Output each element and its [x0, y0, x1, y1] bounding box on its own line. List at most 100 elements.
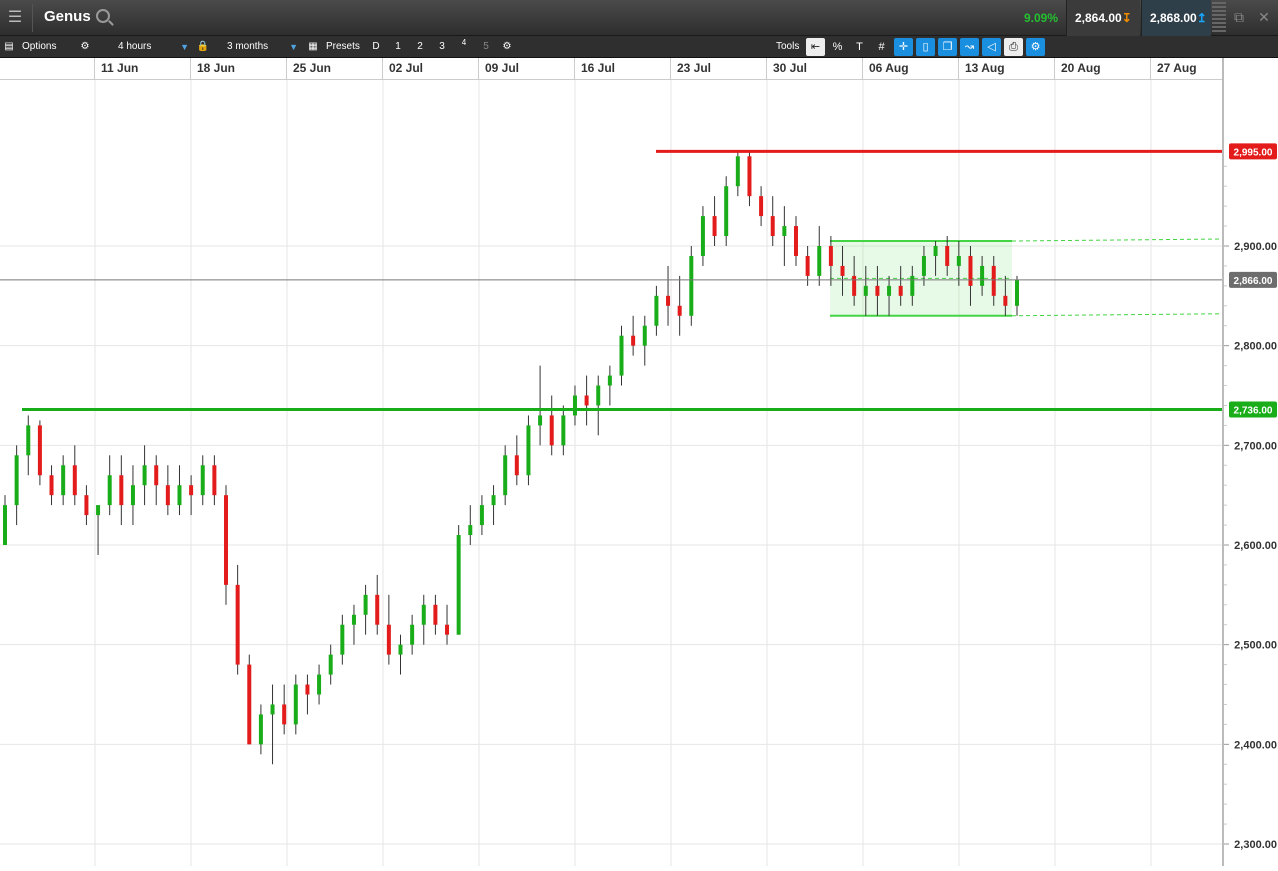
back-arrow-icon[interactable]: ⇤	[806, 38, 825, 56]
candle-body	[782, 226, 787, 237]
candle-icon[interactable]: ▯	[916, 38, 935, 56]
candle-body	[584, 395, 589, 406]
candle-body	[689, 255, 694, 316]
candle-body	[189, 485, 194, 496]
date-axis: 11 Jun 18 Jun 25 Jun 02 Jul 09 Jul 16 Jul 23 J…	[0, 58, 1222, 80]
candle-body	[933, 246, 938, 256]
candle-body	[840, 265, 845, 276]
sell-price-button[interactable]: 2,864.00↧	[1066, 0, 1140, 36]
options-menu[interactable]: Options	[22, 39, 56, 55]
candle-body	[607, 375, 612, 386]
tag-icon[interactable]: ◁	[982, 38, 1001, 56]
candle-body	[991, 265, 996, 296]
candle-body	[514, 455, 519, 476]
candle-body	[26, 425, 31, 456]
settings-gear-icon[interactable]: ⚙	[498, 38, 516, 56]
divider	[32, 4, 33, 32]
text-tool-icon[interactable]: T	[850, 38, 869, 56]
buy-price-button[interactable]: 2,868.00↥	[1141, 0, 1211, 36]
candle-body	[421, 604, 426, 625]
menu-icon[interactable]: ☰	[5, 9, 25, 27]
candle-body	[247, 664, 252, 745]
candle-body	[479, 505, 484, 526]
channel-upper-extension	[1011, 238, 1222, 242]
candle-body	[1015, 279, 1019, 306]
candle-body	[956, 255, 961, 266]
candle-body	[503, 455, 508, 496]
candle-body	[921, 255, 926, 276]
date-tick	[94, 58, 95, 80]
chart-settings-icon[interactable]: ⚙	[1026, 38, 1045, 56]
popout-icon[interactable]: ⧉	[1230, 8, 1248, 26]
preset-3-button[interactable]: 3	[433, 38, 451, 56]
date-tick	[190, 58, 191, 80]
candle-body	[677, 305, 682, 316]
candle-body	[154, 465, 159, 486]
instrument-title: Genus	[44, 8, 91, 25]
candle-body	[793, 226, 798, 256]
candle-body	[142, 465, 147, 486]
down-arrow-icon: ↧	[1121, 11, 1132, 25]
indicator-icon[interactable]: ↝	[960, 38, 979, 56]
candle-body	[445, 624, 450, 635]
price-tick-label: 2,900.00	[1234, 241, 1277, 253]
chart-toolbar: ▤ Options ⚙ 4 hours ▼ 🔒 3 months ▼ ▦ Prese…	[0, 36, 1278, 58]
candle-body	[398, 644, 403, 655]
candle-body	[875, 285, 880, 296]
grid-icon[interactable]: #	[872, 38, 891, 56]
candle-body	[84, 495, 89, 516]
price-axis-labels: 2,300.00 2,400.00 2,500.00 2,600.00 2,700.00…	[1224, 143, 1277, 851]
sheet-icon[interactable]: ▤	[0, 38, 18, 56]
candle-body	[631, 335, 636, 346]
layers-icon[interactable]: ❐	[938, 38, 957, 56]
candle-body	[328, 654, 333, 675]
price-axis: 2,300.00 2,400.00 2,500.00 2,600.00 2,700.00…	[1222, 58, 1278, 866]
date-tick	[1150, 58, 1151, 80]
support-price-label: 2,736.00	[1234, 405, 1273, 416]
gear-icon[interactable]: ⚙	[76, 38, 94, 56]
date-tick	[766, 58, 767, 80]
candle-body	[130, 485, 135, 506]
preset-5-button[interactable]: 5	[477, 38, 495, 56]
preset-4-button[interactable]: 4	[455, 38, 473, 56]
resistance-price-label: 2,995.00	[1234, 147, 1273, 158]
date-label: 13 Aug	[965, 61, 1005, 75]
chevron-down-icon: ▼	[289, 42, 298, 52]
interval-select[interactable]: 4 hours ▼	[103, 39, 189, 55]
sell-price: 2,864.00	[1075, 11, 1122, 25]
tools-label: Tools	[776, 41, 800, 52]
calendar-icon[interactable]: ▦	[304, 38, 322, 56]
preset-d-button[interactable]: D	[367, 38, 385, 56]
chevron-down-icon: ▼	[180, 42, 189, 52]
candle-body	[654, 295, 659, 326]
candle-body	[14, 455, 19, 506]
search-icon[interactable]	[96, 9, 110, 23]
candle-body	[96, 505, 101, 516]
date-label: 25 Jun	[293, 61, 332, 75]
range-select[interactable]: 3 months ▼	[214, 39, 298, 55]
candle-body	[375, 594, 380, 625]
percent-icon[interactable]: %	[828, 38, 847, 56]
candle-body	[945, 246, 950, 266]
candle-body	[770, 216, 775, 237]
candle-body	[49, 475, 54, 496]
candle-body	[735, 156, 740, 187]
lock-icon[interactable]: 🔒	[194, 38, 212, 56]
preset-2-button[interactable]: 2	[411, 38, 429, 56]
date-label: 30 Jul	[773, 61, 808, 75]
up-arrow-icon: ↥	[1196, 11, 1207, 25]
price-chart[interactable]	[0, 80, 1222, 866]
drag-handle-icon[interactable]	[1212, 2, 1226, 34]
print-icon[interactable]: ⎙	[1004, 38, 1023, 56]
candle-body	[805, 255, 810, 276]
change-percent: 9.09%	[1024, 11, 1059, 25]
crosshair-icon[interactable]: ✛	[894, 38, 913, 56]
candle-body	[386, 624, 391, 655]
close-icon[interactable]: ✕	[1255, 8, 1273, 26]
candle-body	[119, 475, 124, 506]
preset-1-button[interactable]: 1	[389, 38, 407, 56]
candle-body	[200, 465, 205, 496]
date-label: 23 Jul	[677, 61, 712, 75]
candle-body	[572, 395, 577, 416]
candle-body	[165, 485, 170, 506]
